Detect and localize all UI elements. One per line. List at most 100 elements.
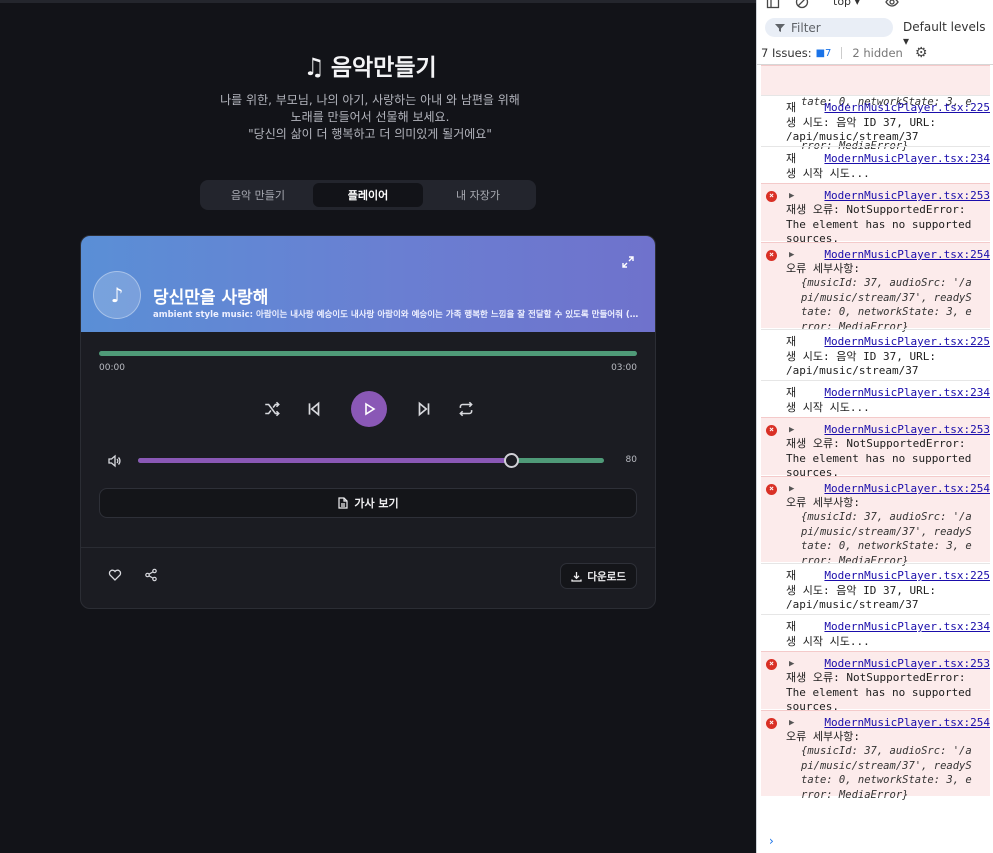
log-object[interactable]: {musicId: 37, audioSrc: '/a pi/music/stre… (801, 744, 972, 802)
console-log-entry: ModernMusicPlayer.tsx:234 재 생 시작 시도... (761, 380, 990, 416)
music-note-icon: ♫ (303, 53, 325, 81)
console-filter-input[interactable]: Filter (765, 18, 893, 37)
eye-icon[interactable] (885, 0, 899, 9)
clear-console-icon[interactable] (795, 0, 809, 9)
log-object-line: pi/music/stream/37', readyS (801, 759, 972, 772)
log-object-line: tate: 0, networkState: 3, e (801, 540, 972, 552)
log-message: 재 생 시도: 음악 ID 37, URL: /api/music/stream… (786, 569, 936, 611)
log-object-line: tate: 0, networkState: 3, e (801, 306, 972, 318)
source-link[interactable]: ModernMusicPlayer.tsx:254 (824, 716, 990, 731)
volume-thumb[interactable] (503, 453, 519, 468)
error-icon: × (766, 484, 777, 495)
log-object-line: {musicId: 37, audioSrc: '/a (801, 511, 972, 523)
heart-icon[interactable] (108, 568, 122, 582)
log-message: 재생 오류: NotSupportedError: The element ha… (786, 671, 972, 713)
issues-count: 7 (825, 47, 832, 59)
devtools-toolbar: top ▾ (757, 0, 993, 14)
console-log-entry: ModernMusicPlayer.tsx:254 × ▶ 오류 세부사항: {musi… (761, 710, 990, 801)
console-log-entry: ModernMusicPlayer.tsx:254 × ▶ 오류 세부사항: {musi… (761, 242, 990, 333)
music-app: ♫ 음악만들기 나를 위한, 부모님, 나의 아기, 사랑하는 아내 와 남편을 … (0, 0, 756, 853)
expand-triangle-icon[interactable]: ▶ (789, 716, 794, 731)
download-label: 다운로드 (587, 570, 626, 583)
log-entry-partial: tate: 0, networkState: 3, e rror: MediaE… (761, 65, 990, 152)
log-message: 재 생 시작 시도... (786, 386, 870, 414)
log-message: 재 생 시도: 음악 ID 37, URL: /api/music/stream… (786, 335, 936, 377)
source-link[interactable]: ModernMusicPlayer.tsx:253 (824, 657, 990, 672)
repeat-icon[interactable] (457, 400, 475, 418)
context-selector[interactable]: top ▾ (833, 0, 860, 8)
skip-back-icon[interactable] (305, 400, 323, 418)
hidden-count: 2 hidden (852, 46, 903, 60)
footer-divider (81, 547, 655, 548)
tab-create-music[interactable]: 음악 만들기 (203, 183, 313, 207)
log-object-line: rror: MediaError} (801, 788, 909, 801)
console-log-entry: ModernMusicPlayer.tsx:234 재 생 시작 시도... (761, 146, 990, 182)
view-lyrics-label: 가사 보기 (354, 497, 399, 510)
console-log-entry: ModernMusicPlayer.tsx:253 × ▶ 재생 오류: NotSup… (761, 417, 990, 479)
expand-triangle-icon[interactable]: ▶ (789, 423, 794, 438)
issues-separator (841, 47, 843, 59)
error-icon: × (766, 718, 777, 729)
album-art: ♪ (93, 271, 141, 319)
play-icon (365, 402, 376, 416)
skip-forward-icon[interactable] (415, 400, 433, 418)
share-icon[interactable] (144, 568, 158, 582)
source-link[interactable]: ModernMusicPlayer.tsx:253 (824, 423, 990, 438)
log-object[interactable]: {musicId: 37, audioSrc: '/a pi/music/stre… (801, 510, 972, 568)
source-link[interactable]: ModernMusicPlayer.tsx:254 (824, 482, 990, 497)
log-message: 오류 세부사항: (786, 730, 860, 743)
log-message: 재 생 시도: 음악 ID 37, URL: /api/music/stream… (786, 101, 936, 143)
console-log-entry: ModernMusicPlayer.tsx:253 × ▶ 재생 오류: NotSup… (761, 183, 990, 245)
view-lyrics-button[interactable]: 가사 보기 (99, 488, 637, 518)
progress-bar[interactable] (99, 351, 637, 356)
sidebar-toggle-icon[interactable] (766, 0, 780, 9)
error-icon: × (766, 191, 777, 202)
page-title: ♫ 음악만들기 (0, 48, 740, 82)
log-object-line: {musicId: 37, audioSrc: '/a (801, 277, 972, 289)
console-log-entry: ModernMusicPlayer.tsx:225 재 생 시도: 음악 ID 3… (761, 329, 990, 379)
page-title-text: 음악만들기 (330, 55, 437, 81)
log-message: 재생 오류: NotSupportedError: The element ha… (786, 203, 972, 245)
console-log-entry: ModernMusicPlayer.tsx:234 재 생 시작 시도... (761, 614, 990, 650)
console-log-entry: ModernMusicPlayer.tsx:225 재 생 시도: 음악 ID 3… (761, 563, 990, 613)
log-message: 재 생 시작 시도... (786, 620, 870, 648)
volume-value: 80 (625, 455, 637, 465)
subtitle-line-3: "당신의 삶이 더 행복하고 더 의미있게 될거에요" (248, 127, 492, 141)
log-message: 재생 오류: NotSupportedError: The element ha… (786, 437, 972, 479)
download-button[interactable]: 다운로드 (560, 563, 637, 589)
duration: 03:00 (611, 363, 637, 373)
issues-badge[interactable]: ■7 (816, 48, 832, 59)
download-icon (571, 571, 583, 582)
source-link[interactable]: ModernMusicPlayer.tsx:253 (824, 189, 990, 204)
log-object[interactable]: {musicId: 37, audioSrc: '/a pi/music/stre… (801, 276, 972, 334)
shuffle-icon[interactable] (263, 400, 281, 418)
log-message: 오류 세부사항: (786, 262, 860, 275)
expand-triangle-icon[interactable]: ▶ (789, 189, 794, 204)
expand-triangle-icon[interactable]: ▶ (789, 482, 794, 497)
expand-triangle-icon[interactable]: ▶ (789, 657, 794, 672)
tab-player[interactable]: 플레이어 (313, 183, 423, 207)
log-levels-dropdown[interactable]: Default levels ▾ (903, 20, 993, 48)
playback-controls (81, 391, 655, 427)
console-log-entry: ModernMusicPlayer.tsx:253 × ▶ 재생 오류: NotSup… (761, 651, 990, 713)
log-object-line: pi/music/stream/37', readyS (801, 291, 972, 304)
issues-bar: 7 Issues: ■7 2 hidden ⚙ (761, 45, 927, 61)
gear-icon[interactable]: ⚙ (915, 45, 928, 61)
expand-icon[interactable] (621, 255, 635, 269)
log-message: 재 생 시작 시도... (786, 152, 870, 180)
log-object-line: tate: 0, networkState: 3, e (801, 774, 972, 786)
filter-placeholder: Filter (791, 20, 821, 35)
log-message: 오류 세부사항: (786, 496, 860, 509)
volume-fill (138, 458, 511, 463)
filter-icon (775, 23, 785, 32)
source-link[interactable]: ModernMusicPlayer.tsx:254 (824, 248, 990, 263)
page-subtitle: 나를 위한, 부모님, 나의 아기, 사랑하는 아내 와 남편을 위해 노래를 … (0, 92, 740, 143)
console-prompt-icon[interactable]: › (769, 834, 774, 848)
issues-label: 7 Issues: (761, 46, 812, 60)
devtools-console: top ▾ Filter Default levels ▾ 7 Issues: … (756, 0, 993, 853)
volume-slider[interactable] (138, 453, 604, 468)
tab-my-lullabies[interactable]: 내 자장가 (423, 183, 533, 207)
play-button[interactable] (351, 391, 387, 427)
volume-icon[interactable] (107, 454, 121, 468)
expand-triangle-icon[interactable]: ▶ (789, 248, 794, 263)
